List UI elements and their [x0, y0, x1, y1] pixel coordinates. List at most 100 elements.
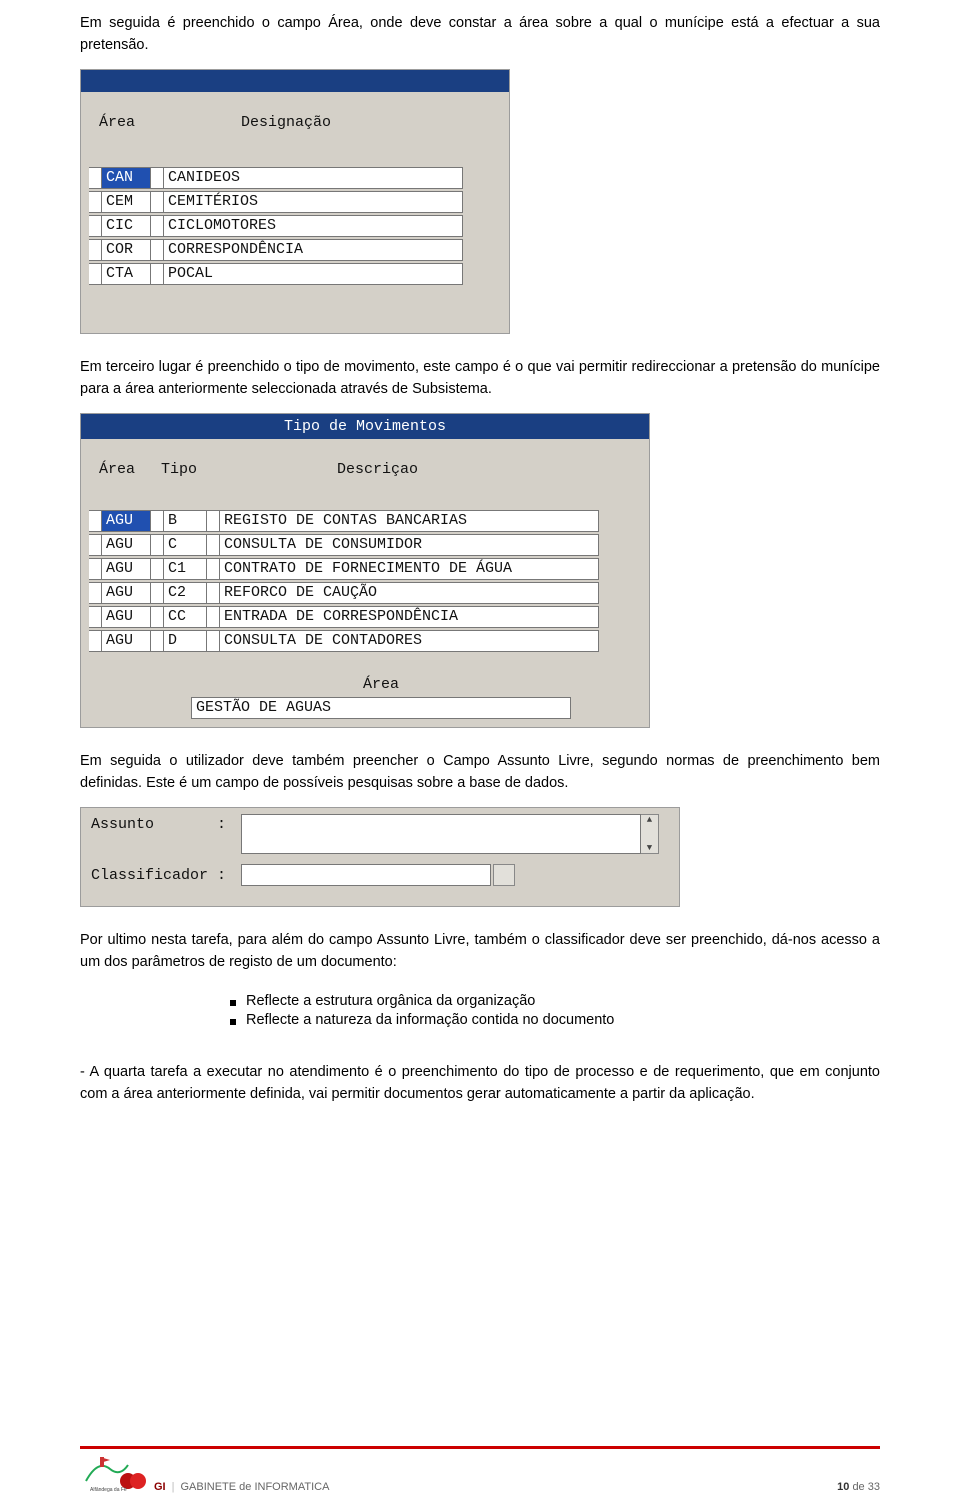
row-gutter — [151, 239, 163, 261]
descricao-cell[interactable]: REGISTO DE CONTAS BANCARIAS — [219, 510, 599, 532]
assunto-classificador-panel: Assunto : ▲ ▼ Classificador : — [80, 807, 680, 907]
area-code-cell[interactable]: AGU — [101, 606, 151, 628]
tipo-code-cell[interactable]: C — [163, 534, 207, 556]
page-footer: Alfândega da Fé GI | GABINETE de INFORMA… — [80, 1446, 880, 1493]
chevron-down-icon: ▼ — [647, 843, 652, 853]
row-gutter — [151, 167, 163, 189]
area-code-cell[interactable]: AGU — [101, 630, 151, 652]
row-gutter — [89, 558, 101, 580]
table-row[interactable]: AGU D CONSULTA DE CONTADORES — [89, 630, 641, 652]
area-code-cell[interactable]: CEM — [101, 191, 151, 213]
area-code-cell[interactable]: AGU — [101, 582, 151, 604]
area-code-cell[interactable]: CIC — [101, 215, 151, 237]
row-gutter — [151, 558, 163, 580]
table-row[interactable]: AGU C2 REFORCO DE CAUÇÃO — [89, 582, 641, 604]
tipo-code-cell[interactable]: C2 — [163, 582, 207, 604]
area-code-cell[interactable]: AGU — [101, 534, 151, 556]
table-row[interactable]: CAN CANIDEOS — [89, 167, 501, 189]
row-gutter — [151, 191, 163, 213]
header-descricao: Descriçao — [337, 461, 418, 478]
scrollbar[interactable]: ▲ ▼ — [641, 814, 659, 854]
table-row[interactable]: CTA POCAL — [89, 263, 501, 285]
descricao-cell[interactable]: CONTRATO DE FORNECIMENTO DE ÁGUA — [219, 558, 599, 580]
row-gutter — [151, 510, 163, 532]
descricao-cell[interactable]: REFORCO DE CAUÇÃO — [219, 582, 599, 604]
tipo-code-cell[interactable]: D — [163, 630, 207, 652]
row-gutter — [89, 239, 101, 261]
row-gutter — [151, 263, 163, 285]
municipality-logo-icon: Alfândega da Fé — [80, 1451, 150, 1493]
table-row[interactable]: CEM CEMITÉRIOS — [89, 191, 501, 213]
grid-header-row: Área Tipo Descriçao — [81, 439, 649, 486]
row-gutter — [89, 606, 101, 628]
table-row[interactable]: AGU C CONSULTA DE CONSUMIDOR — [89, 534, 641, 556]
row-gutter — [89, 263, 101, 285]
chevron-up-icon: ▲ — [647, 815, 652, 825]
row-gutter — [151, 606, 163, 628]
area-designation-cell[interactable]: CORRESPONDÊNCIA — [163, 239, 463, 261]
area-designation-cell[interactable]: POCAL — [163, 263, 463, 285]
sub-area-field[interactable]: GESTÃO DE AGUAS — [191, 697, 571, 719]
bullet-icon — [230, 1000, 236, 1006]
body-paragraph: Em seguida é preenchido o campo Área, on… — [80, 12, 880, 57]
row-gutter — [207, 606, 219, 628]
descricao-cell[interactable]: CONSULTA DE CONSUMIDOR — [219, 534, 599, 556]
row-gutter — [207, 510, 219, 532]
area-designation-cell[interactable]: CANIDEOS — [163, 167, 463, 189]
row-gutter — [89, 534, 101, 556]
body-paragraph: - A quarta tarefa a executar no atendime… — [80, 1061, 880, 1106]
sub-area-label: Área — [191, 676, 571, 693]
row-gutter — [207, 582, 219, 604]
area-code-cell[interactable]: COR — [101, 239, 151, 261]
body-paragraph: Em seguida o utilizador deve também pree… — [80, 750, 880, 795]
row-gutter — [89, 191, 101, 213]
classificador-lookup-button[interactable] — [493, 864, 515, 886]
area-code-cell[interactable]: AGU — [101, 510, 151, 532]
row-gutter — [151, 215, 163, 237]
row-gutter — [207, 534, 219, 556]
header-area: Área — [99, 114, 161, 131]
body-paragraph: Em terceiro lugar é preenchido o tipo de… — [80, 356, 880, 401]
row-gutter — [151, 630, 163, 652]
page-number: 10 de 33 — [837, 1481, 880, 1493]
classificador-row: Classificador : — [91, 864, 669, 886]
row-gutter — [89, 510, 101, 532]
table-row[interactable]: AGU C1 CONTRATO DE FORNECIMENTO DE ÁGUA — [89, 558, 641, 580]
classificador-field[interactable] — [241, 864, 491, 886]
row-gutter — [151, 582, 163, 604]
footer-separator: | — [172, 1481, 175, 1493]
bullet-icon — [230, 1019, 236, 1025]
list-item: Reflecte a natureza da informação contid… — [230, 1012, 880, 1028]
body-paragraph: Por ultimo nesta tarefa, para além do ca… — [80, 929, 880, 974]
area-designation-cell[interactable]: CEMITÉRIOS — [163, 191, 463, 213]
tipo-movimentos-panel: Tipo de Movimentos Área Tipo Descriçao A… — [80, 413, 650, 728]
row-gutter — [89, 630, 101, 652]
tipo-code-cell[interactable]: C1 — [163, 558, 207, 580]
area-code-cell[interactable]: CTA — [101, 263, 151, 285]
area-designation-cell[interactable]: CICLOMOTORES — [163, 215, 463, 237]
area-code-cell[interactable]: AGU — [101, 558, 151, 580]
row-gutter — [151, 534, 163, 556]
table-row[interactable]: CIC CICLOMOTORES — [89, 215, 501, 237]
row-gutter — [89, 582, 101, 604]
table-row[interactable]: AGU B REGISTO DE CONTAS BANCARIAS — [89, 510, 641, 532]
descricao-cell[interactable]: ENTRADA DE CORRESPONDÊNCIA — [219, 606, 599, 628]
grid-rows: CANCANIDEOSCEMCEMITÉRIOSCICCICLOMOTORESC… — [81, 167, 509, 293]
row-gutter — [89, 215, 101, 237]
area-code-cell[interactable]: CAN — [101, 167, 151, 189]
assunto-textarea[interactable] — [241, 814, 641, 854]
tipo-code-cell[interactable]: B — [163, 510, 207, 532]
table-row[interactable]: AGU CC ENTRADA DE CORRESPONDÊNCIA — [89, 606, 641, 628]
list-item-text: Reflecte a natureza da informação contid… — [246, 1012, 614, 1028]
classificador-label: Classificador : — [91, 865, 241, 884]
footer-text: GI | GABINETE de INFORMATICA — [154, 1481, 329, 1493]
footer-logo-block: Alfândega da Fé GI | GABINETE de INFORMA… — [80, 1451, 329, 1493]
header-designacao: Designação — [241, 114, 361, 131]
footer-rule — [80, 1446, 880, 1449]
header-tipo: Tipo — [161, 461, 217, 478]
tipo-code-cell[interactable]: CC — [163, 606, 207, 628]
table-row[interactable]: COR CORRESPONDÊNCIA — [89, 239, 501, 261]
assunto-label: Assunto : — [91, 814, 241, 833]
svg-text:Alfândega da Fé: Alfândega da Fé — [90, 1487, 127, 1493]
descricao-cell[interactable]: CONSULTA DE CONTADORES — [219, 630, 599, 652]
